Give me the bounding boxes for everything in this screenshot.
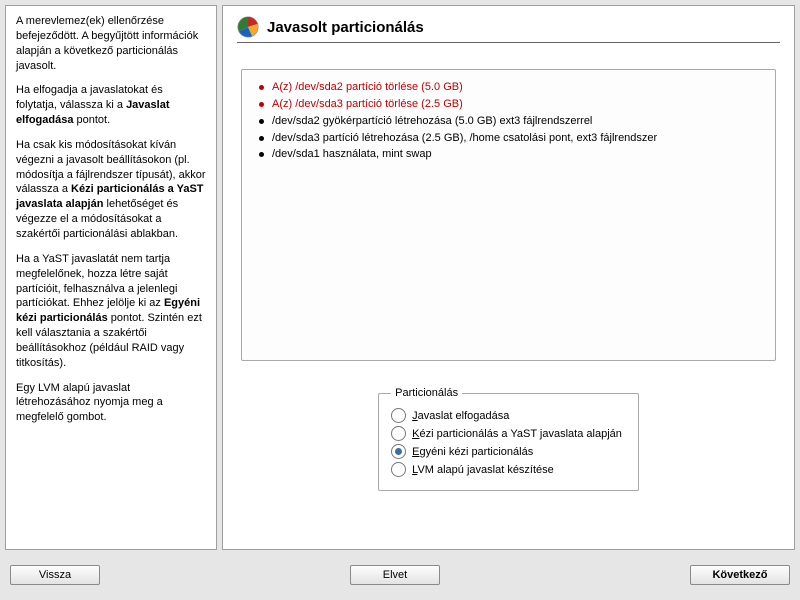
option-custom[interactable]: Egyéni kézi particionálás xyxy=(391,444,622,459)
page-title: Javasolt particionálás xyxy=(267,19,424,36)
proposal-item: A(z) /dev/sda2 partíció törlése (5.0 GB) xyxy=(256,80,761,97)
help-text: Egy LVM alapú javaslat létrehozásához ny… xyxy=(16,382,163,424)
help-text: A merevlemez(ek) ellenőrzése befejeződöt… xyxy=(16,15,198,72)
option-label: gyéni kézi particionálás xyxy=(419,446,533,458)
main-panel: Javasolt particionálás A(z) /dev/sda2 pa… xyxy=(222,5,795,550)
partition-icon xyxy=(237,16,259,38)
help-panel: A merevlemez(ek) ellenőrzése befejeződöt… xyxy=(5,5,217,550)
next-button[interactable]: Következő xyxy=(690,565,790,585)
option-base[interactable]: Kézi particionálás a YaST javaslata alap… xyxy=(391,426,622,441)
radio-icon xyxy=(391,408,406,423)
proposal-item: /dev/sda3 partíció létrehozása (2.5 GB),… xyxy=(256,131,761,148)
option-label: ézi particionálás a YaST javaslata alapj… xyxy=(419,428,621,440)
divider xyxy=(237,42,780,43)
radio-icon xyxy=(391,444,406,459)
proposal-panel: A(z) /dev/sda2 partíció törlése (5.0 GB)… xyxy=(241,69,776,361)
partitioning-group: Particionálás Javaslat elfogadása Kézi p… xyxy=(378,387,639,491)
footer: Vissza Elvet Következő xyxy=(0,555,800,595)
option-lvm[interactable]: LVM alapú javaslat készítése xyxy=(391,462,622,477)
radio-icon xyxy=(391,426,406,441)
abort-button[interactable]: Elvet xyxy=(350,565,440,585)
radio-icon xyxy=(391,462,406,477)
group-legend: Particionálás xyxy=(391,387,462,399)
back-button[interactable]: Vissza xyxy=(10,565,100,585)
option-accept[interactable]: Javaslat elfogadása xyxy=(391,408,622,423)
proposal-item: /dev/sda1 használata, mint swap xyxy=(256,147,761,164)
option-label: VM alapú javaslat készítése xyxy=(417,464,553,476)
help-text: Ha a YaST javaslatát nem tartja megfelel… xyxy=(16,253,177,310)
proposal-item: A(z) /dev/sda3 partíció törlése (2.5 GB) xyxy=(256,97,761,114)
help-text: pontot. xyxy=(73,114,110,126)
proposal-item: /dev/sda2 gyökérpartíció létrehozása (5.… xyxy=(256,114,761,131)
option-label: avaslat elfogadása xyxy=(418,410,510,422)
